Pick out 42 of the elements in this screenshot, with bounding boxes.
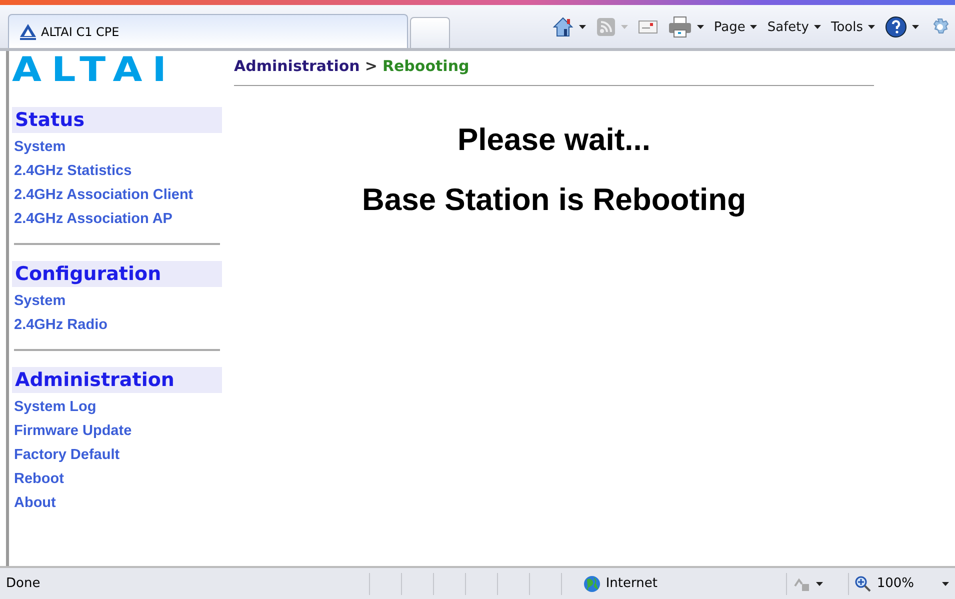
wait-message: Please wait... [456, 122, 652, 158]
toolbar-menu[interactable]: Tools [830, 20, 875, 34]
sidebar-link[interactable]: 2.4GHz Association Client [12, 183, 222, 207]
globe-icon [582, 574, 601, 592]
zoom-icon[interactable] [854, 576, 871, 592]
sidebar-link[interactable]: System [12, 289, 222, 313]
breadcrumb-current: Rebooting [382, 57, 470, 75]
breadcrumb-separator: > [364, 57, 378, 75]
caret-icon [816, 582, 823, 586]
zone-text: Internet [606, 576, 658, 591]
caret-icon [750, 25, 758, 29]
sidebar-link[interactable]: 2.4GHz Radio [12, 313, 222, 337]
mail-icon[interactable] [638, 19, 658, 35]
sidebar-link[interactable]: System Log [12, 395, 222, 419]
sidebar-link[interactable]: 2.4GHz Association AP [12, 207, 222, 231]
home-icon[interactable] [552, 16, 574, 38]
sidebar-heading: Administration [12, 367, 222, 393]
logo: ALTAI [12, 55, 176, 87]
sidebar-link[interactable]: Reboot [12, 467, 222, 491]
browser-tab[interactable]: ALTAI C1 CPE [8, 14, 408, 48]
sidebar-link[interactable]: System [12, 135, 222, 159]
toolbar-menu[interactable]: Safety [767, 20, 821, 34]
sidebar-link[interactable]: Factory Default [12, 443, 222, 467]
tab-logo-icon [19, 22, 37, 40]
help-icon[interactable] [885, 16, 907, 38]
caret-icon [868, 25, 875, 29]
breadcrumb-link[interactable]: Administration [234, 57, 360, 75]
reboot-message: Base Station is Rebooting [360, 182, 748, 218]
sidebar-heading: Status [12, 107, 222, 133]
sidebar-link[interactable]: About [12, 491, 222, 515]
printer-icon[interactable] [668, 16, 692, 38]
toolbar-menu[interactable]: Page [714, 20, 758, 34]
caret-icon [942, 582, 949, 586]
caret-icon [814, 25, 821, 29]
sidebar-link[interactable]: Firmware Update [12, 419, 222, 443]
sidebar-link[interactable]: 2.4GHz Statistics [12, 159, 222, 183]
sidebar-heading: Configuration [12, 261, 222, 287]
zoom-level[interactable]: 100% [876, 576, 914, 591]
caret-icon[interactable] [578, 25, 586, 29]
caret-icon[interactable] [912, 25, 919, 29]
caret-icon[interactable] [696, 25, 704, 29]
status-text: Done [0, 572, 370, 594]
